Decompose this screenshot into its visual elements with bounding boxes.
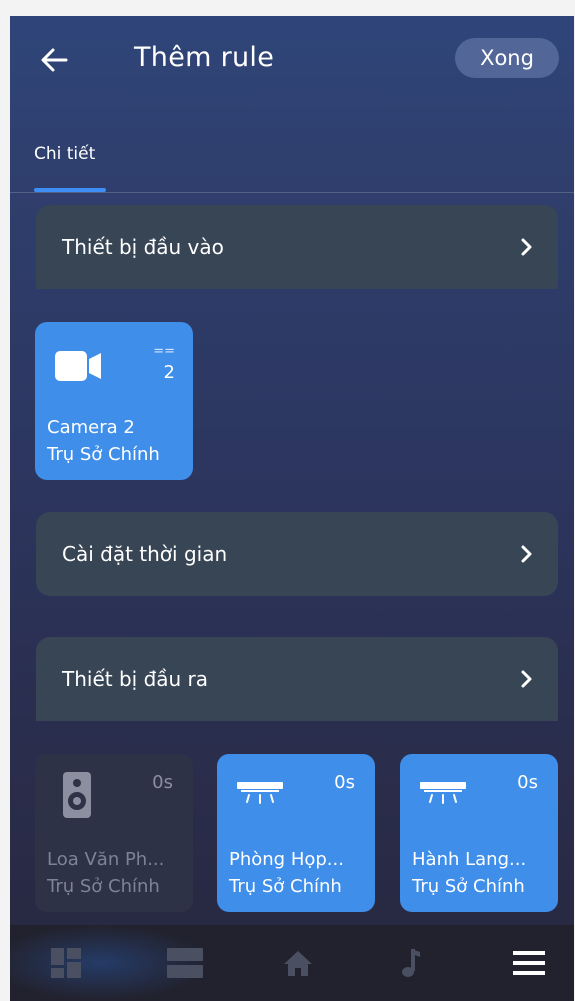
device-name: Camera 2 — [47, 417, 135, 438]
air-conditioner-icon — [237, 782, 283, 804]
nav-rooms[interactable] — [155, 925, 215, 1001]
condition-operator: == — [153, 344, 175, 359]
chevron-right-icon — [521, 238, 532, 256]
back-button[interactable] — [36, 40, 76, 80]
top-bar: Thêm rule Xong — [10, 16, 574, 106]
camera-icon — [55, 351, 101, 381]
delay-value: 0s — [517, 772, 538, 793]
nav-dashboard[interactable] — [40, 925, 92, 1001]
speaker-icon — [63, 772, 91, 818]
dashboard-icon — [51, 948, 81, 978]
input-devices-row[interactable]: Thiết bị đầu vào — [36, 205, 558, 289]
device-location: Trụ Sở Chính — [412, 876, 525, 897]
time-settings-row[interactable]: Cài đặt thời gian — [36, 512, 558, 596]
home-icon — [284, 951, 312, 976]
device-location: Trụ Sở Chính — [229, 876, 342, 897]
delay-value: 0s — [334, 772, 355, 793]
output-device-tile[interactable]: 0s Hành Lang... Trụ Sở Chính — [400, 754, 558, 912]
nav-music[interactable] — [386, 925, 434, 1001]
arrow-left-icon — [41, 48, 68, 72]
output-device-tile[interactable]: 0s Phòng Họp... Trụ Sở Chính — [217, 754, 375, 912]
done-button[interactable]: Xong — [455, 38, 559, 78]
chevron-right-icon — [521, 670, 532, 688]
output-devices-row[interactable]: Thiết bị đầu ra — [36, 637, 558, 721]
rule-screen: Thêm rule Xong Chi tiết Thiết bị đầu vào… — [10, 16, 574, 1001]
output-device-tile[interactable]: 0s Loa Văn Ph... Trụ Sở Chính — [35, 754, 193, 912]
device-location: Trụ Sở Chính — [47, 444, 160, 465]
page-title: Thêm rule — [134, 42, 275, 73]
tab-divider — [10, 192, 574, 193]
rooms-icon — [167, 948, 203, 978]
music-icon — [402, 949, 420, 977]
air-conditioner-icon — [420, 782, 466, 804]
chevron-right-icon — [521, 545, 532, 563]
device-name: Hành Lang... — [412, 849, 527, 870]
device-location: Trụ Sở Chính — [47, 876, 160, 897]
time-settings-label: Cài đặt thời gian — [62, 542, 228, 566]
nav-menu[interactable] — [504, 925, 554, 1001]
output-devices-label: Thiết bị đầu ra — [62, 667, 209, 691]
tab-details[interactable]: Chi tiết — [34, 144, 95, 164]
device-name: Phòng Họp... — [229, 849, 344, 870]
menu-icon — [513, 951, 545, 975]
delay-value: 0s — [152, 772, 173, 793]
input-devices-label: Thiết bị đầu vào — [62, 235, 224, 259]
nav-home[interactable] — [272, 925, 324, 1001]
bottom-nav — [10, 925, 574, 1001]
input-device-tile[interactable]: == 2 Camera 2 Trụ Sở Chính — [35, 322, 193, 480]
device-name: Loa Văn Ph... — [47, 849, 165, 870]
condition-value: 2 — [163, 362, 175, 383]
